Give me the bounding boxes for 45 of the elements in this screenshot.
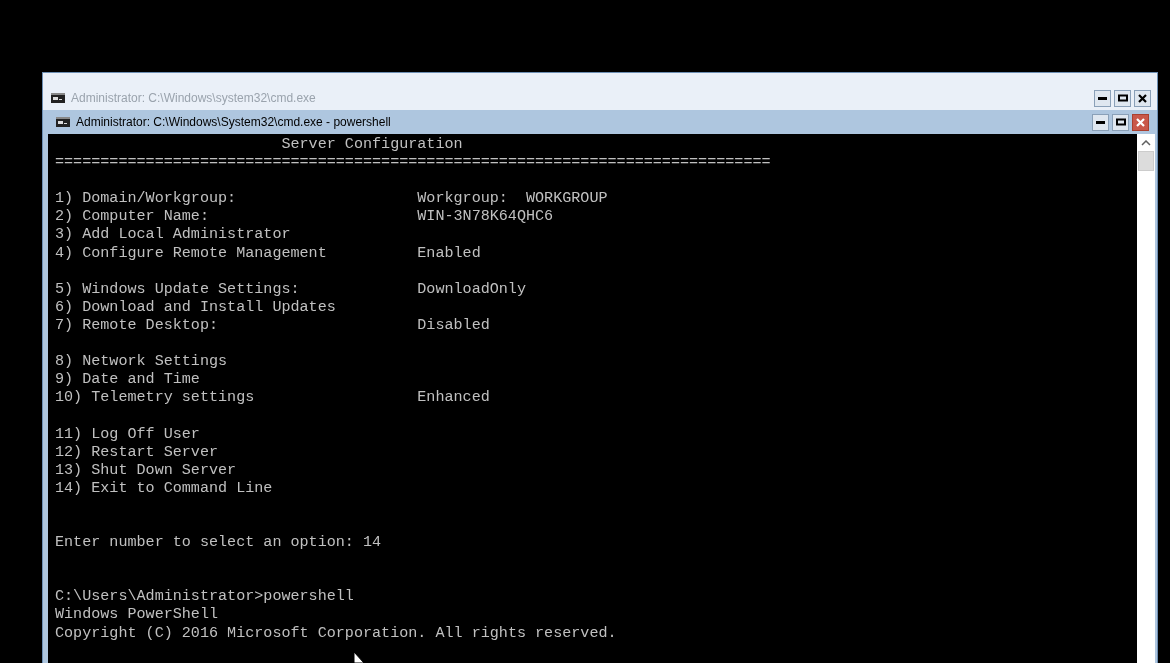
separator-line: =============================================================================== [55,153,771,172]
menu-option: 8) Network Settings [55,352,228,371]
minimize-button[interactable] [1092,113,1109,131]
scrollbar-thumb[interactable] [1138,151,1154,171]
maximize-icon [1117,94,1128,102]
menu-option: 6) Download and Install Updates [55,297,336,316]
maximize-icon [1115,118,1126,126]
close-button[interactable] [1132,113,1149,131]
menu-option: 1) Domain/Workgroup: [55,189,237,208]
minimize-icon [1098,96,1107,100]
console-output-line: Windows PowerShell [55,605,219,624]
window-title: Administrator: C:\Windows\system32\cmd.exe [71,91,317,105]
minimize-icon [1096,120,1105,124]
menu-option: 4) Configure Remote Management [55,243,327,262]
close-icon [1136,117,1145,127]
menu-option: 12) Restart Server [55,442,219,461]
console-icon [51,93,65,103]
console-prompt: Enter number to select an option: 14 [55,533,382,552]
maximize-button[interactable] [1114,89,1131,107]
console-icon [56,117,70,127]
menu-option: 5) Windows Update Settings: [55,279,300,298]
console-heading: Server Configuration [281,135,463,153]
menu-option: 14) Exit to Command Line [55,478,273,497]
scroll-up-icon[interactable] [1141,139,1151,146]
menu-option: 13) Shut Down Server [55,460,237,479]
option-value: DownloadOnly [417,279,526,298]
menu-option: 9) Date and Time [55,370,200,389]
maximize-button[interactable] [1112,113,1129,131]
menu-option: 10) Telemetry settings [55,388,255,407]
close-button[interactable] [1134,89,1151,107]
menu-option: 7) Remote Desktop: [55,315,219,334]
option-value: WIN-3N78K64QHC6 [417,207,554,226]
option-value: Enabled [417,243,481,262]
window-title: Administrator: C:\Windows\System32\cmd.exe - powershell [76,115,392,129]
menu-option: 3) Add Local Administrator [55,225,291,244]
scrollbar[interactable] [1137,134,1155,663]
menu-option: 2) Computer Name: [55,207,209,226]
menu-option: 11) Log Off User [55,424,200,443]
console-output-line: C:\Users\Administrator>powershell [55,587,354,606]
close-icon [1138,93,1147,103]
minimize-button[interactable] [1094,89,1111,107]
option-value: Enhanced [417,388,490,407]
console-output-line: Copyright (C) 2016 Microsoft Corporation. All rights reserved. [55,623,617,642]
option-value: Disabled [417,315,490,335]
option-value: Workgroup: WORKGROUP [417,189,608,208]
